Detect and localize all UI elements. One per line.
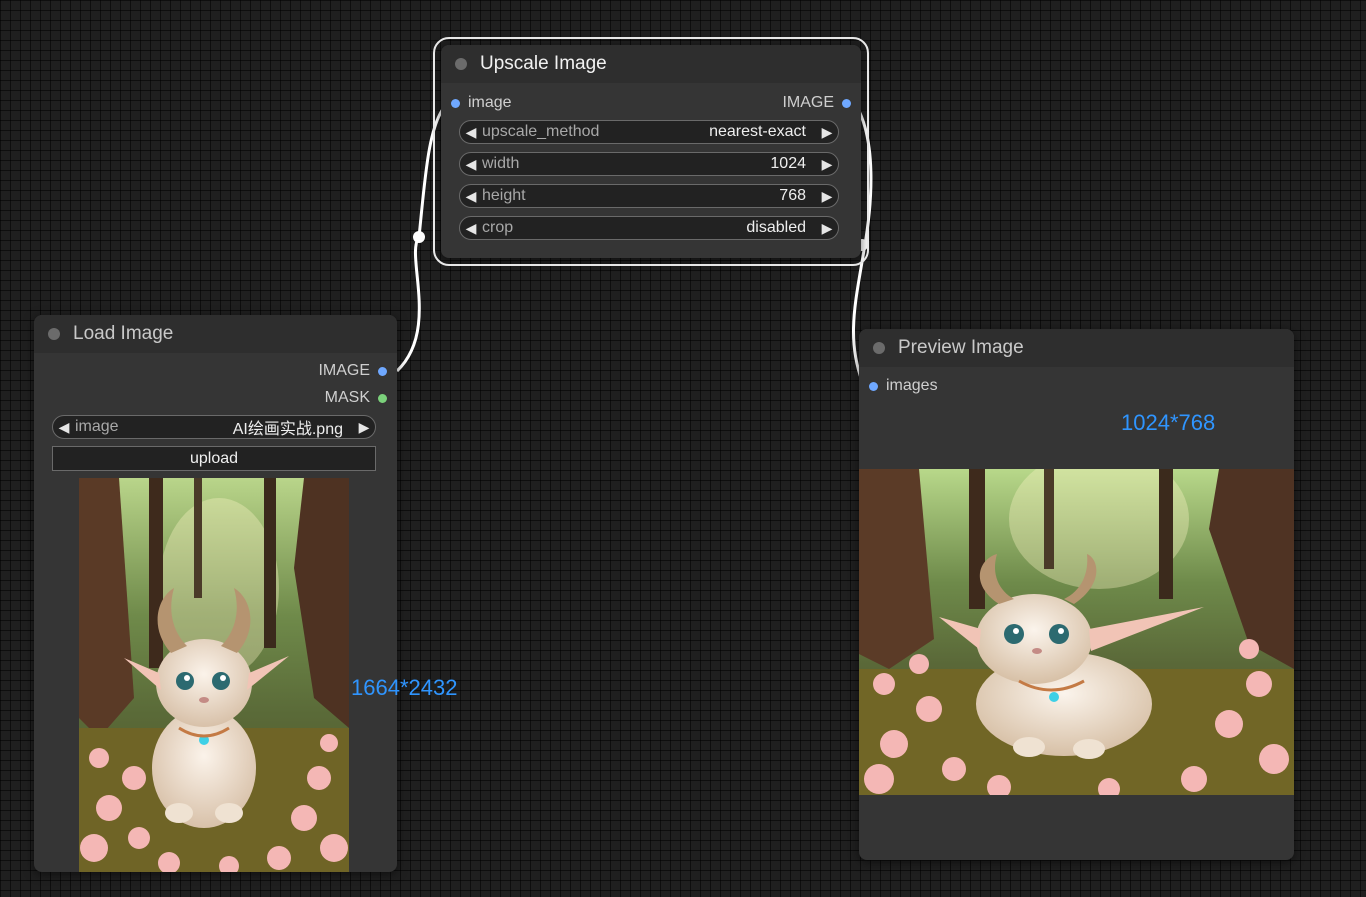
node-title: Load Image [73,323,174,344]
widget-crop[interactable]: ◀ crop disabled ▶ [459,216,839,240]
collapse-dot-icon[interactable] [455,58,467,70]
input-slot-images[interactable]: images [869,377,938,395]
widget-name: upscale_method [482,123,600,140]
widget-name: width [482,155,520,172]
decrement-arrow-icon[interactable]: ◀ [460,156,482,173]
collapse-dot-icon[interactable] [48,328,60,340]
upload-button[interactable]: upload [52,446,376,471]
increment-arrow-icon[interactable]: ▶ [816,124,838,141]
output-slot-image[interactable]: IMAGE [318,362,387,380]
output-connector-icon[interactable] [842,98,851,108]
widget-upscale-method[interactable]: ◀ upscale_method nearest-exact ▶ [459,120,839,144]
decrement-arrow-icon[interactable]: ◀ [460,220,482,237]
node-header[interactable]: Load Image [34,315,397,353]
increment-arrow-icon[interactable]: ▶ [816,156,838,173]
node-title: Preview Image [898,337,1024,358]
decrement-arrow-icon[interactable]: ◀ [460,188,482,205]
collapse-dot-icon[interactable] [873,342,885,354]
widget-width[interactable]: ◀ width 1024 ▶ [459,152,839,176]
widget-value: disabled [746,219,806,236]
output-connector-icon[interactable] [378,393,387,403]
decrement-arrow-icon[interactable]: ◀ [53,419,75,436]
source-size-label: 1664*2432 [351,675,458,700]
preview-image-node[interactable]: Preview Image images [859,329,1294,860]
input-connector-icon[interactable] [869,381,878,391]
upscale-image-node[interactable]: Upscale Image image IMAGE ◀ upscale_meth… [433,37,869,266]
node-header[interactable]: Preview Image [859,329,1294,367]
input-slot-label: images [886,377,938,394]
output-slot-image[interactable]: IMAGE [782,94,851,112]
widget-name: height [482,187,526,204]
widget-height[interactable]: ◀ height 768 ▶ [459,184,839,208]
widget-value: 768 [779,187,806,204]
node-header[interactable]: Upscale Image [441,45,861,83]
output-size-label: 1024*768 [1121,410,1216,435]
load-image-node[interactable]: Load Image IMAGE MASK ◀ image AI绘画实战.png… [34,315,397,872]
link-load-to-upscale[interactable] [395,103,448,373]
loaded-image-thumbnail [79,478,349,872]
output-slot-label: MASK [324,389,370,406]
widget-name: image [75,418,119,435]
widget-value: 1024 [770,155,806,172]
output-slot-mask[interactable]: MASK [325,389,387,407]
widget-value: AI绘画实战.png [232,421,343,438]
input-connector-icon[interactable] [451,98,460,108]
increment-arrow-icon[interactable]: ▶ [353,419,375,436]
increment-arrow-icon[interactable]: ▶ [816,188,838,205]
node-title: Upscale Image [480,53,607,74]
widget-image-file[interactable]: ◀ image AI绘画实战.png ▶ [52,415,376,439]
input-slot-image[interactable]: image [451,94,512,112]
input-slot-label: image [468,94,512,111]
output-slot-label: IMAGE [782,94,834,111]
decrement-arrow-icon[interactable]: ◀ [460,124,482,141]
widget-name: crop [482,219,514,236]
increment-arrow-icon[interactable]: ▶ [816,220,838,237]
output-connector-icon[interactable] [378,366,387,376]
preview-image [859,469,1294,795]
widget-value: nearest-exact [709,123,806,140]
output-slot-label: IMAGE [318,362,370,379]
